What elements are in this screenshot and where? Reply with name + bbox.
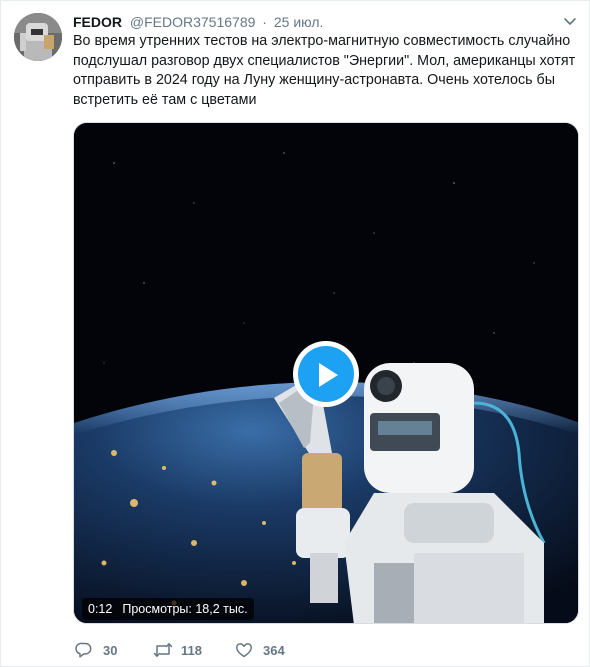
author-name[interactable]: FEDOR	[73, 14, 122, 30]
reply-icon	[75, 642, 92, 658]
chevron-down-icon[interactable]	[563, 15, 577, 29]
avatar[interactable]	[14, 13, 62, 61]
like-count: 364	[263, 643, 285, 658]
video-player[interactable]: 0:12 Просмотры: 18,2 тыс.	[73, 122, 579, 624]
tweet-text-line: отправить в 2024 году на Луну женщину-ас…	[73, 72, 555, 88]
video-duration: 0:12	[88, 602, 113, 616]
tweet-text-line: подслушал разговор двух специалистов "Эн…	[73, 52, 576, 69]
heart-icon	[236, 643, 252, 658]
tweet-text: Во время утренних тестов на электро-магн…	[73, 32, 576, 110]
tweet-text-line: встретить её там с цветами	[73, 91, 257, 108]
robot-avatar-icon	[14, 13, 62, 61]
video-views: Просмотры: 18,2 тыс.	[122, 602, 248, 616]
tweet-card: FEDOR @FEDOR37516789 · 25 июл. Во время …	[0, 0, 590, 667]
play-icon	[319, 363, 338, 387]
video-info-badge: 0:12 Просмотры: 18,2 тыс.	[82, 598, 254, 620]
reply-count: 30	[103, 643, 118, 658]
tweet-date[interactable]: 25 июл.	[274, 14, 324, 30]
separator-dot: ·	[262, 14, 267, 30]
author-handle[interactable]: @FEDOR37516789	[130, 14, 256, 30]
tweet-text-line: Во время утренних тестов на электро-магн…	[73, 33, 571, 49]
retweet-icon	[153, 643, 173, 657]
tweet-header: FEDOR @FEDOR37516789 · 25 июл.	[73, 13, 559, 31]
play-button[interactable]	[293, 341, 359, 407]
retweet-count: 118	[181, 643, 202, 658]
